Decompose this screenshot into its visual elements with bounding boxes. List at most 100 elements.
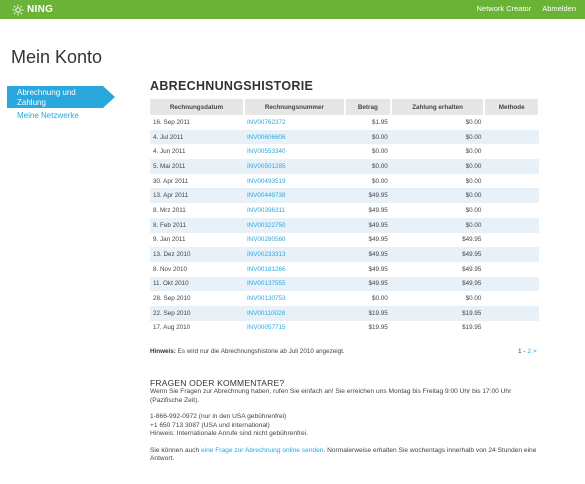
invoice-number-link[interactable]: INV00181266 <box>244 262 345 277</box>
invoice-date: 4. Jun 2011 <box>153 148 186 156</box>
column-header-date[interactable]: Rechnungsdatum <box>150 99 245 115</box>
invoice-number-link[interactable]: INV00396311 <box>244 203 345 218</box>
invoice-date: 17. Aug 2010 <box>153 324 191 332</box>
ning-logo[interactable]: NING <box>12 3 53 16</box>
column-header-amount[interactable]: Betrag <box>344 99 392 115</box>
sidebar-item-my-networks[interactable]: Meine Netzwerke <box>7 108 125 120</box>
hint-text: Es wird nur die Abrechnungshistorie ab J… <box>175 348 345 355</box>
invoice-number-link[interactable]: INV00501285 <box>243 159 345 174</box>
invoice-amount: $1.95 <box>372 118 388 126</box>
invoice-amount: $19.95 <box>368 324 388 332</box>
invoice-number-link[interactable]: INV00606606 <box>243 129 345 145</box>
faq-intro: Wenn Sie Fragen zur Abrechnung haben, ru… <box>150 388 512 404</box>
network-creator-link[interactable]: Network Creator <box>477 4 532 13</box>
invoice-number-link[interactable]: INV00110028 <box>243 305 345 321</box>
table-row: 17. Aug 2010 INV00057715 $19.95 $19.95 <box>150 321 539 336</box>
payment-method <box>484 129 539 145</box>
top-nav: Network Creator Abmelden <box>477 4 576 13</box>
billing-table: Rechnungsdatum Rechnungsnummer Betrag Za… <box>150 99 540 335</box>
invoice-amount: $49.95 <box>344 188 391 204</box>
invoice-date: 8. Feb 2011 <box>150 217 244 233</box>
table-row: 9. Jan 2011 INV00280560 $49.95 $49.95 <box>150 233 539 248</box>
table-row: 8. Feb 2011 INV00322750 $49.95 $0.00 <box>150 217 539 233</box>
payment-received: $49.95 <box>390 276 485 292</box>
invoice-amount: $49.95 <box>344 217 391 233</box>
payment-method <box>484 174 539 189</box>
pagination: 1 - 2 > <box>518 348 537 355</box>
payment-received: $49.95 <box>390 247 485 262</box>
payment-received: $0.00 <box>465 118 482 126</box>
history-hint: Hinweis: Es wird nur die Abrechnungshist… <box>150 348 345 355</box>
table-row: 22. Sep 2010 INV00110028 $19.95 $19.95 <box>150 305 539 321</box>
table-row: 13. Dez 2010 INV00233313 $49.95 $49.95 <box>150 247 539 262</box>
logout-link[interactable]: Abmelden <box>542 4 576 13</box>
table-row: 8. Mrz 2011 INV00396311 $49.95 $0.00 <box>150 203 539 218</box>
payment-method <box>484 144 539 159</box>
payment-received: $0.00 <box>465 177 482 185</box>
invoice-number-link[interactable]: INV00762372 <box>244 115 345 130</box>
sidebar: Abrechnung und Zahlung Meine Netzwerke <box>7 86 125 120</box>
payment-received: $19.95 <box>462 324 482 332</box>
invoice-number-link[interactable]: INV00130753 <box>244 291 345 306</box>
payment-received: $0.00 <box>390 129 485 145</box>
table-row: 4. Jul 2011 INV00606606 $0.00 $0.00 <box>150 129 539 145</box>
invoice-date: 22. Sep 2010 <box>150 305 244 321</box>
payment-received: $0.00 <box>465 295 482 303</box>
payment-method <box>484 262 539 277</box>
payment-method <box>484 233 539 248</box>
payment-method <box>484 276 539 292</box>
payment-received: $19.95 <box>390 305 485 321</box>
invoice-amount: $0.00 <box>372 295 388 303</box>
invoice-date: 11. Okt 2010 <box>150 276 244 292</box>
invoice-number-link[interactable]: INV00322750 <box>243 217 345 233</box>
payment-received: $0.00 <box>390 159 485 174</box>
invoice-date: 9. Jan 2011 <box>153 236 186 244</box>
table-row: 8. Nov 2010 INV00181266 $49.95 $49.95 <box>150 262 539 277</box>
column-header-method[interactable]: Methode <box>484 99 540 115</box>
invoice-number-link[interactable]: INV00449738 <box>243 188 345 204</box>
invoice-amount: $0.00 <box>344 159 391 174</box>
top-bar: NING Network Creator Abmelden <box>0 0 585 19</box>
payment-received: $49.95 <box>462 265 482 273</box>
billing-question-link[interactable]: eine Frage zur Abrechnung online senden <box>201 447 323 454</box>
invoice-date: 28. Sep 2010 <box>153 295 191 303</box>
invoice-number-link[interactable]: INV00233313 <box>243 247 345 262</box>
invoice-date: 4. Jul 2011 <box>150 129 244 145</box>
faq-section: FRAGEN ODER KOMMENTARE? Wenn Sie Fragen … <box>150 378 542 464</box>
invoice-date: 8. Nov 2010 <box>153 265 187 273</box>
payment-method <box>484 305 539 321</box>
faq-online: Sie können auch eine Frage zur Abrechnun… <box>150 447 542 464</box>
invoice-date: 5. Mai 2011 <box>150 159 244 174</box>
payment-received: $0.00 <box>465 206 482 214</box>
column-header-paid[interactable]: Zahlung erhalten <box>390 99 486 115</box>
invoice-number-link[interactable]: INV00493519 <box>244 174 345 189</box>
hint-label: Hinweis: <box>150 348 176 355</box>
invoice-amount: $0.00 <box>372 148 388 156</box>
invoice-number-link[interactable]: INV00553340 <box>244 144 345 159</box>
invoice-number-link[interactable]: INV00137555 <box>243 276 345 292</box>
next-page-arrow[interactable]: > <box>531 348 537 355</box>
invoice-amount: $0.00 <box>344 129 391 145</box>
invoice-number-link[interactable]: INV00280560 <box>244 233 345 248</box>
payment-method <box>484 203 539 218</box>
invoice-amount: $49.95 <box>344 276 391 292</box>
table-row: 13. Apr 2011 INV00449738 $49.95 $0.00 <box>150 188 539 204</box>
billing-title: ABRECHNUNGSHISTORIE <box>150 79 314 93</box>
invoice-number-link[interactable]: INV00057715 <box>244 321 345 336</box>
column-header-invoice[interactable]: Rechnungsnummer <box>243 99 346 115</box>
payment-received: $0.00 <box>465 148 482 156</box>
table-row: 16. Sep 2011 INV00762372 $1.95 $0.00 <box>150 115 539 130</box>
table-header-row: Rechnungsdatum Rechnungsnummer Betrag Za… <box>150 99 540 115</box>
invoice-date: 8. Mrz 2011 <box>153 206 186 214</box>
payment-received: $49.95 <box>462 236 482 244</box>
payment-method <box>484 188 539 204</box>
invoice-amount: $49.95 <box>344 247 391 262</box>
logo-text: NING <box>27 4 54 15</box>
invoice-amount: $49.95 <box>368 265 388 273</box>
table-row: 11. Okt 2010 INV00137555 $49.95 $49.95 <box>150 276 539 292</box>
invoice-amount: $0.00 <box>372 177 388 185</box>
faq-phone-hint: Hinweis: Internationale Anrufe sind nich… <box>150 430 308 437</box>
faq-phone-1: 1-866-992-0972 (nur in den USA gebührenf… <box>150 413 287 420</box>
sidebar-item-billing[interactable]: Abrechnung und Zahlung <box>7 86 115 108</box>
invoice-date: 13. Apr 2011 <box>150 188 244 204</box>
